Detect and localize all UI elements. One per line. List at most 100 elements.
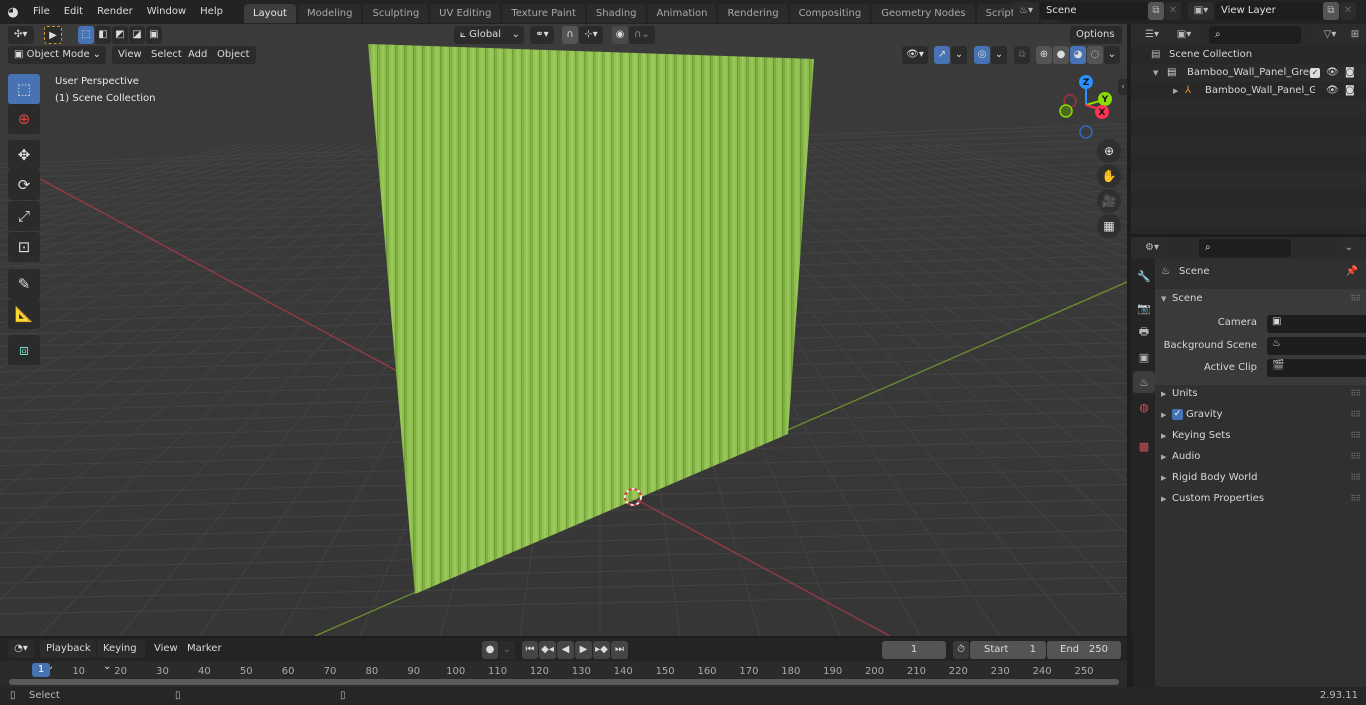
- shading-wireframe[interactable]: ⊕: [1036, 46, 1052, 64]
- select-mode-intersect[interactable]: ▣: [146, 26, 162, 44]
- view-layer-close-icon[interactable]: ✕: [1340, 2, 1356, 20]
- scale-tool[interactable]: ⤢: [8, 201, 40, 231]
- shading-material-preview[interactable]: ◕: [1070, 46, 1086, 64]
- gizmo-toggle[interactable]: ↗: [934, 46, 950, 64]
- annotate-tool[interactable]: ✎: [8, 269, 40, 299]
- background-scene-field[interactable]: ♨: [1267, 337, 1366, 355]
- drag-grip-icon[interactable]: ⠿⠿: [1350, 384, 1361, 404]
- camera-view-button[interactable]: 🎥: [1097, 189, 1121, 213]
- select-mode-new[interactable]: ⬚: [78, 26, 94, 44]
- navigation-gizmo[interactable]: Z Y X: [1050, 70, 1125, 140]
- menu-object[interactable]: Object: [211, 46, 256, 64]
- drag-grip-icon[interactable]: ⠿⠿: [1350, 426, 1361, 446]
- world-properties-tab[interactable]: ◍: [1133, 396, 1155, 418]
- view-layer-properties-tab[interactable]: ▣: [1133, 346, 1155, 368]
- play-button[interactable]: ▶: [575, 641, 592, 659]
- camera-render-icon[interactable]: ◙: [1345, 64, 1355, 82]
- menu-view[interactable]: View: [112, 46, 148, 64]
- rotate-tool[interactable]: ⟳: [8, 170, 40, 200]
- eye-icon[interactable]: 👁: [1326, 64, 1339, 82]
- add-cube-tool[interactable]: ⧈: [8, 335, 40, 365]
- properties-search-input[interactable]: ⌕: [1199, 239, 1291, 257]
- tab-uv-editing[interactable]: UV Editing: [430, 4, 501, 23]
- keying-sets-panel-header[interactable]: ▶ Keying Sets ⠿⠿: [1155, 426, 1366, 446]
- drag-grip-icon[interactable]: ⠿⠿: [1350, 447, 1361, 467]
- transform-orientation-dropdown[interactable]: ⟀ Global ⌄: [454, 26, 524, 44]
- scene-copy-icon[interactable]: ⧉: [1148, 2, 1164, 20]
- outliner-row-collection[interactable]: ▼ ▤ Bamboo_Wall_Panel_Green_C ✓ 👁 ◙: [1131, 64, 1366, 82]
- pivot-dropdown[interactable]: ⚭▾: [530, 26, 554, 44]
- texture-properties-tab[interactable]: ▩: [1133, 435, 1155, 457]
- filter-dropdown[interactable]: ▽▾: [1317, 26, 1343, 44]
- timeline-editor[interactable]: ◔▾ Playback ⌄ Keying ⌄ View Marker ● ⌄ ⏮…: [0, 638, 1127, 687]
- playback-dropdown[interactable]: Playback ⌄: [40, 640, 96, 672]
- select-box-tool[interactable]: ⬚: [8, 74, 40, 104]
- pan-view-button[interactable]: ✋: [1097, 164, 1121, 188]
- timeline-menu-view[interactable]: View: [148, 640, 184, 658]
- visibility-dropdown[interactable]: 👁▾: [902, 46, 928, 64]
- tool-properties-tab[interactable]: 🔧: [1133, 265, 1155, 287]
- transform-tool[interactable]: ⊡: [8, 232, 40, 262]
- new-collection-button[interactable]: ⊞: [1347, 26, 1363, 44]
- current-frame-marker[interactable]: 1: [32, 663, 50, 677]
- properties-options-dropdown[interactable]: ⌄: [1341, 239, 1357, 257]
- scene-type-dropdown[interactable]: ♨▾: [1013, 2, 1039, 20]
- outliner-row-scene-collection[interactable]: ▤ Scene Collection: [1131, 46, 1366, 64]
- sidebar-toggle-icon[interactable]: ‹: [1118, 79, 1127, 95]
- timeline-menu-marker[interactable]: Marker: [181, 640, 228, 658]
- view-layer-copy-icon[interactable]: ⧉: [1323, 2, 1339, 20]
- gravity-checkbox[interactable]: ✓: [1172, 409, 1183, 420]
- scene-close-icon[interactable]: ✕: [1165, 2, 1181, 20]
- jump-to-prev-keyframe-button[interactable]: ◆◂: [539, 641, 556, 659]
- select-mode-invert[interactable]: ◪: [129, 26, 145, 44]
- tab-modeling[interactable]: Modeling: [297, 4, 362, 23]
- custom-properties-panel-header[interactable]: ▶ Custom Properties ⠿⠿: [1155, 489, 1366, 509]
- preview-range-toggle[interactable]: ⏱: [953, 641, 969, 659]
- editor-type-dropdown[interactable]: ✣▾: [8, 26, 34, 44]
- zoom-view-button[interactable]: ⊕: [1097, 139, 1121, 163]
- tab-texture-paint[interactable]: Texture Paint: [502, 4, 585, 23]
- drag-grip-icon[interactable]: ⠿⠿: [1350, 289, 1361, 309]
- camera-render-icon[interactable]: ◙: [1345, 82, 1355, 100]
- menu-edit[interactable]: Edit: [57, 0, 90, 24]
- timeline-scrollbar[interactable]: [9, 679, 1119, 685]
- scene-name-field[interactable]: Scene: [1040, 2, 1148, 20]
- menu-window[interactable]: Window: [140, 0, 193, 24]
- view-layer-name-field[interactable]: View Layer: [1215, 2, 1323, 20]
- measure-tool[interactable]: 📐: [8, 299, 40, 329]
- blender-logo-icon[interactable]: ◕: [0, 5, 26, 20]
- move-tool[interactable]: ✥: [8, 140, 40, 170]
- select-tool-toggle[interactable]: ▶: [44, 26, 62, 44]
- outliner-row-object[interactable]: ▶ ⅄ Bamboo_Wall_Panel_Gre 👁 ◙: [1131, 82, 1366, 100]
- object-mode-dropdown[interactable]: ▣ Object Mode ⌄: [8, 46, 106, 64]
- 3d-viewport[interactable]: ✣▾ ▶ ⬚ ◧ ◩ ◪ ▣ ⟀ Global ⌄ ⚭▾ ∩ ⊹▾ ◉ ∩⌄ Op…: [0, 24, 1127, 636]
- shading-solid[interactable]: ●: [1053, 46, 1069, 64]
- xray-toggle[interactable]: ⧉: [1014, 46, 1030, 64]
- expand-arrow-icon[interactable]: ▼: [1153, 64, 1158, 82]
- shading-dropdown[interactable]: ⌄: [1104, 46, 1120, 64]
- tab-shading[interactable]: Shading: [586, 4, 646, 23]
- drag-grip-icon[interactable]: ⠿⠿: [1350, 489, 1361, 509]
- proportional-edit-toggle[interactable]: ◉: [612, 26, 628, 44]
- display-mode-dropdown[interactable]: ▣▾: [1171, 26, 1197, 44]
- options-dropdown[interactable]: Options ⌄: [1070, 26, 1122, 58]
- audio-panel-header[interactable]: ▶ Audio ⠿⠿: [1155, 447, 1366, 467]
- tab-animation[interactable]: Animation: [647, 4, 717, 23]
- menu-add[interactable]: Add: [182, 46, 214, 64]
- jump-to-end-button[interactable]: ⏭: [611, 641, 628, 659]
- perspective-toggle-button[interactable]: ▦: [1097, 214, 1121, 238]
- properties-editor-type-dropdown[interactable]: ⚙▾: [1139, 239, 1165, 257]
- tab-sculpting[interactable]: Sculpting: [363, 4, 429, 23]
- drag-grip-icon[interactable]: ⠿⠿: [1350, 405, 1361, 425]
- end-frame-field[interactable]: End 250: [1047, 641, 1121, 659]
- menu-render[interactable]: Render: [90, 0, 140, 24]
- menu-help[interactable]: Help: [193, 0, 230, 24]
- expand-arrow-icon[interactable]: ▶: [1173, 82, 1178, 100]
- menu-file[interactable]: File: [26, 0, 57, 24]
- select-mode-subtract[interactable]: ◩: [112, 26, 128, 44]
- auto-keying-dropdown[interactable]: ⌄: [499, 641, 515, 659]
- units-panel-header[interactable]: ▶ Units ⠿⠿: [1155, 384, 1366, 404]
- snap-toggle[interactable]: ∩: [562, 26, 578, 44]
- tab-layout[interactable]: Layout: [243, 4, 296, 23]
- keying-dropdown[interactable]: Keying ⌄: [97, 640, 145, 672]
